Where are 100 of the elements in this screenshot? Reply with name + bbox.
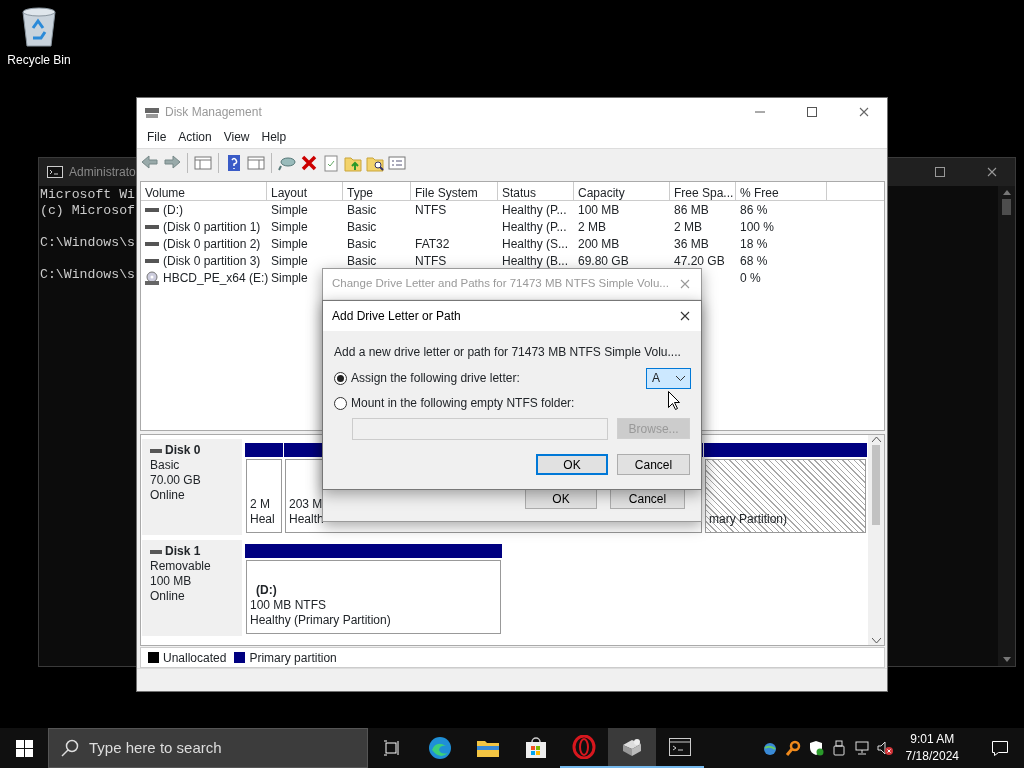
column-header[interactable]: Volume: [141, 182, 267, 201]
table-cell-text: Basic: [347, 235, 377, 253]
partition-block[interactable]: (D:) 100 MB NTFS Healthy (Primary Partition): [246, 560, 501, 634]
console-line: Microsoft Wi: [40, 187, 135, 203]
menu-item[interactable]: File: [141, 128, 173, 146]
disk-detail: Removable: [150, 559, 212, 574]
disk-detail: Online: [150, 488, 186, 503]
column-header[interactable]: Status: [498, 182, 574, 201]
globe-icon[interactable]: [761, 740, 778, 756]
console-line: C:\Windows\s: [40, 267, 135, 283]
dialog-button[interactable]: OK: [525, 488, 597, 509]
table-cell-text: 86 MB: [674, 201, 709, 219]
table-cell-text: NTFS: [415, 201, 447, 219]
column-header[interactable]: File System: [411, 182, 498, 201]
partition-detail: 100 MB NTFS: [250, 598, 327, 613]
radio-option[interactable]: Mount in the following empty NTFS folder:: [334, 394, 575, 412]
folder-search-icon[interactable]: [366, 154, 384, 172]
table-cell-text: Basic: [347, 218, 377, 236]
network-icon[interactable]: [853, 740, 870, 756]
table-cell-text: Healthy (B...: [502, 252, 569, 270]
back-arrow-icon[interactable]: [141, 154, 159, 172]
up-arrow-icon: [1002, 190, 1011, 195]
maximize-icon: [935, 167, 945, 177]
dialog-button[interactable]: Cancel: [617, 454, 690, 475]
icon-label: Recycle Bin: [7, 52, 71, 69]
clock[interactable]: 9:01 AM 7/18/2024: [899, 731, 969, 765]
delete-icon[interactable]: [300, 154, 318, 172]
dialog-button[interactable]: Cancel: [610, 488, 685, 509]
speech-bubble-icon: [991, 739, 1009, 757]
table-cell-text: Healthy (P...: [502, 201, 567, 219]
legend-label: Unallocated: [163, 649, 227, 667]
window-title: Disk Management: [165, 104, 262, 121]
disk-detail: Basic: [150, 458, 181, 473]
close-icon: [987, 167, 997, 177]
table-cell-text: Simple: [271, 269, 308, 287]
disk-drive-icon: [145, 106, 159, 118]
help-icon[interactable]: [225, 154, 243, 172]
search-field[interactable]: Type here to search: [48, 728, 368, 768]
console-icon: [668, 735, 692, 759]
column-header[interactable]: Type: [343, 182, 411, 201]
column-header[interactable]: % Free: [736, 182, 827, 201]
partition-block[interactable]: 2 M Heal: [246, 459, 282, 533]
panel-icon[interactable]: [194, 154, 212, 172]
date-text: 7/18/2024: [905, 748, 959, 765]
partition-block[interactable]: mary Partition): [705, 459, 866, 533]
menu-item[interactable]: View: [217, 128, 256, 146]
partition-detail: mary Partition): [709, 512, 788, 527]
table-cell-text: (Disk 0 partition 3): [163, 252, 261, 270]
dialog-button[interactable]: OK: [536, 454, 608, 475]
table-cell-text: HBCD_PE_x64 (E:): [163, 269, 269, 287]
disk-name: Disk 0: [165, 443, 201, 458]
checklist-icon[interactable]: [322, 154, 340, 172]
drive-letter-dropdown[interactable]: A: [646, 367, 691, 389]
partition-detail: Healthy (Primary Partition): [250, 613, 391, 628]
table-cell-text: Healthy (P...: [502, 218, 567, 236]
table-cell-text: Basic: [347, 252, 377, 270]
column-header[interactable]: Capacity: [574, 182, 670, 201]
maximize-icon: [807, 107, 817, 117]
recycle-bin-icon[interactable]: [19, 6, 59, 48]
table-cell-text: 100 %: [740, 218, 775, 236]
mouse-cursor-icon: [668, 391, 680, 410]
table-cell-text: FAT32: [415, 235, 450, 253]
task-view-icon: [383, 740, 401, 756]
table-cell-text: 100 MB: [578, 201, 620, 219]
partition-detail: 2 M: [250, 497, 270, 512]
table-cell-text: 200 MB: [578, 235, 620, 253]
scroll-thumb[interactable]: [872, 445, 880, 525]
search-icon: [61, 739, 79, 757]
time-text: 9:01 AM: [909, 731, 956, 748]
forward-arrow-icon[interactable]: [163, 154, 181, 172]
browser-icon: [428, 736, 452, 760]
scrollbar[interactable]: [868, 435, 884, 645]
menu-item[interactable]: Help: [255, 128, 293, 146]
scrollbar[interactable]: [998, 186, 1015, 666]
taskbar-app-button[interactable]: [608, 728, 656, 768]
legend-label: Primary partition: [249, 649, 337, 667]
column-header[interactable]: Free Spa...: [670, 182, 736, 201]
table-cell-text: Healthy (S...: [502, 235, 569, 253]
scroll-thumb[interactable]: [1002, 199, 1011, 215]
panel-icon[interactable]: [247, 154, 265, 172]
ring-icon: [572, 735, 596, 759]
column-header[interactable]: Layout: [267, 182, 343, 201]
volume-muted-icon[interactable]: [876, 740, 893, 756]
table-cell-text: 2 MB: [578, 218, 606, 236]
table-cell-text: 86 %: [740, 201, 768, 219]
console-icon: [47, 166, 63, 178]
table-cell-text: 0 %: [740, 269, 761, 287]
shopping-bag-icon: [524, 736, 548, 760]
cd-drive-icon: [145, 270, 159, 285]
disk-name: Disk 1: [165, 544, 201, 559]
partition-detail: 203 M: [289, 497, 323, 512]
magnifier-icon[interactable]: [784, 740, 801, 756]
shield-icon[interactable]: [807, 740, 824, 756]
table-cell-text: (D:): [163, 201, 183, 219]
console-line: C:\Windows\s: [40, 235, 135, 251]
drive-icon: [150, 447, 162, 454]
radio-option[interactable]: Assign the following drive letter:: [334, 369, 520, 387]
table-cell-text: NTFS: [415, 252, 447, 270]
menu-item[interactable]: Action: [172, 128, 218, 146]
drive-icon: [150, 548, 162, 555]
